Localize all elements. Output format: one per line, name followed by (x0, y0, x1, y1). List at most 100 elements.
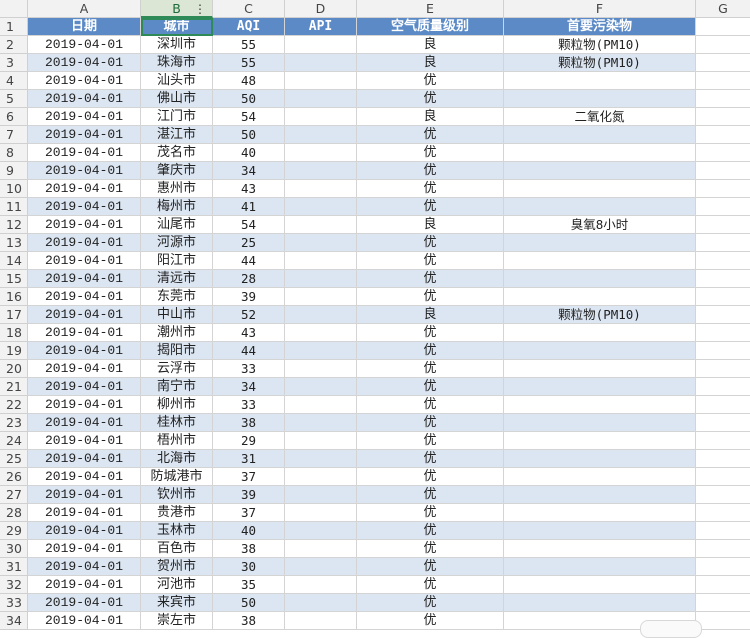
empty-cell[interactable] (696, 306, 750, 324)
cell-quality[interactable]: 优 (357, 612, 504, 630)
cell-pollutant[interactable] (504, 504, 696, 522)
empty-cell[interactable] (696, 108, 750, 126)
cell-date[interactable]: 2019-04-01 (28, 576, 141, 594)
header-cell-api[interactable]: API (285, 18, 357, 36)
cell-quality[interactable]: 优 (357, 324, 504, 342)
row-number[interactable]: 19 (0, 342, 28, 360)
cell-api[interactable] (285, 90, 357, 108)
cell-quality[interactable]: 优 (357, 594, 504, 612)
cell-date[interactable]: 2019-04-01 (28, 522, 141, 540)
cell-date[interactable]: 2019-04-01 (28, 126, 141, 144)
row-number[interactable]: 14 (0, 252, 28, 270)
cell-aqi[interactable]: 41 (213, 198, 285, 216)
cell-city[interactable]: 崇左市 (141, 612, 213, 630)
cell-pollutant[interactable] (504, 126, 696, 144)
row-number[interactable]: 26 (0, 468, 28, 486)
cell-city[interactable]: 云浮市 (141, 360, 213, 378)
row-number[interactable]: 33 (0, 594, 28, 612)
empty-cell[interactable] (696, 540, 750, 558)
row-number[interactable]: 21 (0, 378, 28, 396)
cell-date[interactable]: 2019-04-01 (28, 450, 141, 468)
cell-quality[interactable]: 优 (357, 378, 504, 396)
cell-quality[interactable]: 优 (357, 198, 504, 216)
empty-cell[interactable] (696, 342, 750, 360)
cell-date[interactable]: 2019-04-01 (28, 504, 141, 522)
cell-city[interactable]: 茂名市 (141, 144, 213, 162)
row-number[interactable]: 1 (0, 18, 28, 36)
cell-api[interactable] (285, 108, 357, 126)
empty-cell[interactable] (696, 126, 750, 144)
empty-cell[interactable] (696, 288, 750, 306)
cell-date[interactable]: 2019-04-01 (28, 558, 141, 576)
cell-api[interactable] (285, 72, 357, 90)
cell-aqi[interactable]: 38 (213, 414, 285, 432)
cell-pollutant[interactable] (504, 90, 696, 108)
cell-quality[interactable]: 优 (357, 252, 504, 270)
row-number[interactable]: 5 (0, 90, 28, 108)
cell-aqi[interactable]: 39 (213, 486, 285, 504)
cell-pollutant[interactable] (504, 360, 696, 378)
cell-api[interactable] (285, 540, 357, 558)
row-number[interactable]: 11 (0, 198, 28, 216)
cell-api[interactable] (285, 504, 357, 522)
header-cell-aqi[interactable]: AQI (213, 18, 285, 36)
cell-api[interactable] (285, 270, 357, 288)
cell-api[interactable] (285, 432, 357, 450)
empty-cell[interactable] (696, 18, 750, 36)
row-number[interactable]: 2 (0, 36, 28, 54)
cell-pollutant[interactable] (504, 288, 696, 306)
cell-aqi[interactable]: 50 (213, 90, 285, 108)
cell-aqi[interactable]: 54 (213, 108, 285, 126)
cell-quality[interactable]: 优 (357, 576, 504, 594)
cell-pollutant[interactable] (504, 144, 696, 162)
column-header-e[interactable]: E (357, 0, 504, 18)
column-header-g[interactable]: G (696, 0, 750, 18)
empty-cell[interactable] (696, 378, 750, 396)
cell-quality[interactable]: 优 (357, 162, 504, 180)
cell-pollutant[interactable] (504, 486, 696, 504)
cell-quality[interactable]: 优 (357, 558, 504, 576)
column-header-a[interactable]: A (28, 0, 141, 18)
cell-aqi[interactable]: 50 (213, 594, 285, 612)
cell-date[interactable]: 2019-04-01 (28, 90, 141, 108)
row-number[interactable]: 30 (0, 540, 28, 558)
cell-api[interactable] (285, 234, 357, 252)
column-header-d[interactable]: D (285, 0, 357, 18)
cell-pollutant[interactable] (504, 396, 696, 414)
empty-cell[interactable] (696, 432, 750, 450)
cell-quality[interactable]: 良 (357, 306, 504, 324)
cell-city[interactable]: 湛江市 (141, 126, 213, 144)
header-cell-date[interactable]: 日期 (28, 18, 141, 36)
cell-city[interactable]: 阳江市 (141, 252, 213, 270)
cell-aqi[interactable]: 33 (213, 396, 285, 414)
cell-quality[interactable]: 优 (357, 144, 504, 162)
column-header-c[interactable]: C (213, 0, 285, 18)
header-cell-quality[interactable]: 空气质量级别 (357, 18, 504, 36)
cell-city[interactable]: 北海市 (141, 450, 213, 468)
empty-cell[interactable] (696, 216, 750, 234)
cell-date[interactable]: 2019-04-01 (28, 72, 141, 90)
cell-pollutant[interactable]: 二氧化氮 (504, 108, 696, 126)
cell-city[interactable]: 清远市 (141, 270, 213, 288)
row-number[interactable]: 25 (0, 450, 28, 468)
cell-date[interactable]: 2019-04-01 (28, 198, 141, 216)
cell-aqi[interactable]: 43 (213, 180, 285, 198)
cell-city[interactable]: 揭阳市 (141, 342, 213, 360)
empty-cell[interactable] (696, 90, 750, 108)
empty-cell[interactable] (696, 36, 750, 54)
header-cell-city[interactable]: 城市 (141, 18, 213, 36)
cell-api[interactable] (285, 576, 357, 594)
empty-cell[interactable] (696, 576, 750, 594)
cell-date[interactable]: 2019-04-01 (28, 54, 141, 72)
cell-quality[interactable]: 优 (357, 522, 504, 540)
cell-city[interactable]: 东莞市 (141, 288, 213, 306)
cell-city[interactable]: 钦州市 (141, 486, 213, 504)
cell-date[interactable]: 2019-04-01 (28, 252, 141, 270)
cell-pollutant[interactable] (504, 522, 696, 540)
cell-date[interactable]: 2019-04-01 (28, 612, 141, 630)
empty-cell[interactable] (696, 468, 750, 486)
row-number[interactable]: 29 (0, 522, 28, 540)
cell-aqi[interactable]: 39 (213, 288, 285, 306)
cell-date[interactable]: 2019-04-01 (28, 162, 141, 180)
cell-api[interactable] (285, 558, 357, 576)
